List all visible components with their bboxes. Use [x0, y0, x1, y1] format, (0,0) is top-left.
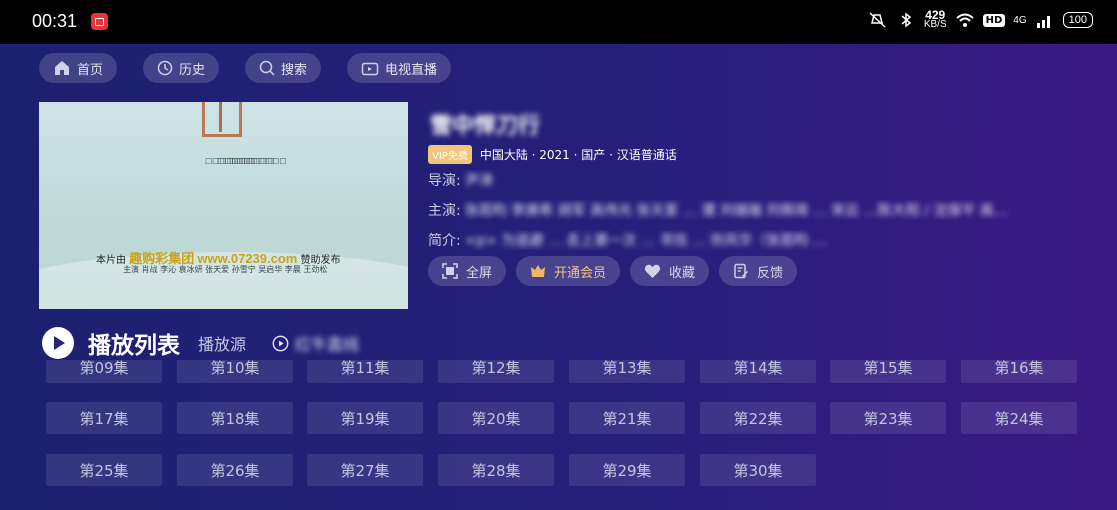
episode-button[interactable]: 第17集 — [46, 402, 162, 434]
director-label: 导演: — [428, 173, 461, 189]
net-speed: 429 KB/S — [923, 8, 947, 30]
status-bar: 00:31 429 KB/S HD 4G 100 — [0, 0, 1117, 44]
home-icon — [55, 61, 69, 75]
nav-home-label: 首页 — [77, 62, 104, 78]
fullscreen-icon — [442, 263, 458, 279]
episode-button[interactable]: 第18集 — [177, 402, 293, 434]
episode-button[interactable]: 第14集 — [700, 360, 816, 383]
playlist-title: 播放列表 — [88, 333, 180, 359]
battery-indicator: 100 — [1062, 12, 1093, 28]
episode-button[interactable]: 第21集 — [569, 402, 685, 434]
show-meta: VIP免费 中国大陆 · 2021 · 国产 · 汉语普通话 — [428, 145, 677, 164]
feedback-button[interactable]: 反馈 — [719, 256, 798, 286]
episode-button[interactable]: 第11集 — [307, 360, 423, 383]
crown-icon — [531, 265, 546, 277]
action-bar: 全屏 开通会员 收藏 反馈 — [428, 256, 798, 286]
intro-value: <p> 为逃避 … 走上第一次 … 寻找 … 你风华（张若昀 … — [464, 233, 827, 249]
cast-value: 张若昀 李庚希 胡军 高伟光 张天爱 … 濮 刘端端 刘佩琦 … 宋云 …陈大阳… — [464, 203, 1008, 219]
feedback-label: 反馈 — [757, 265, 784, 281]
cast-label: 主演: — [428, 203, 461, 219]
nav-history-button[interactable]: 历史 — [143, 53, 220, 83]
episode-button[interactable]: 第27集 — [307, 454, 423, 486]
fullscreen-button[interactable]: 全屏 — [428, 256, 507, 286]
favorite-button[interactable]: 收藏 — [630, 256, 710, 286]
source-line-label: 红牛直线 — [295, 335, 360, 354]
mute-icon — [869, 12, 886, 28]
tv-icon — [361, 62, 379, 76]
intro-row: 简介: <p> 为逃避 … 走上第一次 … 寻找 … 你风华（张若昀 … — [428, 230, 1088, 250]
playlist-header: 播放列表 播放源 红牛直线 — [42, 326, 359, 360]
episode-button[interactable]: 第25集 — [46, 454, 162, 486]
episode-button[interactable]: 第20集 — [438, 402, 554, 434]
episode-button[interactable]: 第30集 — [700, 454, 816, 486]
nav-home-button[interactable]: 首页 — [39, 53, 118, 83]
episode-button[interactable]: 第22集 — [700, 402, 816, 434]
episode-button[interactable]: 第13集 — [569, 360, 685, 383]
nav-search-button[interactable]: 搜索 — [245, 53, 322, 83]
episode-button[interactable]: 第29集 — [569, 454, 685, 486]
signal-icon — [1036, 16, 1050, 28]
show-title: 雪中悍刀行 — [430, 114, 541, 139]
poster-verse: ☐☐☐☐☐☐☐ — [205, 157, 256, 166]
episode-button[interactable]: 第19集 — [307, 402, 423, 434]
episode-button[interactable]: 第26集 — [177, 454, 293, 486]
intro-label: 简介: — [428, 233, 461, 249]
episode-grid: 第09集 第10集 第11集 第12集 第13集 第14集 第15集 第16集第17集 第18集… — [0, 360, 1117, 510]
wifi-icon — [955, 13, 974, 27]
clock-icon — [157, 60, 173, 76]
clock: 00:31 — [32, 11, 78, 31]
vip-label: 开通会员 — [554, 265, 607, 281]
director-value: 尹涛 — [464, 173, 493, 189]
nav-history-label: 历史 — [179, 62, 206, 78]
feedback-icon — [734, 263, 749, 279]
play-circle-icon — [42, 327, 74, 359]
director-row: 导演: 尹涛 — [428, 170, 1088, 190]
meta-text: 中国大陆 · 2021 · 国产 · 汉语普通话 — [479, 148, 677, 162]
nav-live-label: 电视直播 — [385, 62, 438, 78]
hd-voice-icon: HD — [982, 13, 1006, 27]
cast-row: 主演: 张若昀 李庚希 胡军 高伟光 张天爱 … 濮 刘端端 刘佩琦 … 宋云 …… — [428, 200, 1088, 220]
bluetooth-icon — [901, 12, 912, 28]
search-icon — [259, 60, 275, 76]
nav-search-label: 搜索 — [281, 62, 308, 78]
episode-button[interactable]: 第12集 — [438, 360, 554, 383]
favorite-label: 收藏 — [669, 265, 696, 281]
fullscreen-label: 全屏 — [466, 265, 493, 281]
episode-button[interactable]: 第23集 — [830, 402, 946, 434]
episode-button[interactable]: 第28集 — [438, 454, 554, 486]
poster-credits: 主演 肖战 李沁 袁冰妍 张天爱 孙雪宁 吴启华 李晨 王劲松 — [123, 265, 328, 274]
video-poster[interactable]: ☐☐☐☐☐☐☐☐ ☐☐☐☐☐☐☐☐ ☐☐☐☐☐☐☐ 本片由 趣购彩集团 www.… — [39, 102, 408, 309]
episode-button[interactable]: 第24集 — [961, 402, 1077, 434]
heart-icon — [644, 264, 661, 278]
vip-membership-button[interactable]: 开通会员 — [516, 256, 621, 286]
playlist-source-label: 播放源 — [198, 335, 247, 354]
episode-button[interactable]: 第10集 — [177, 360, 293, 383]
episode-button[interactable]: 第16集 — [961, 360, 1077, 383]
status-icons: 429 KB/S HD 4G 100 — [868, 8, 1093, 30]
screen-record-icon — [91, 13, 108, 30]
vip-badge: VIP免费 — [428, 145, 472, 164]
signal-type: 4G — [1013, 14, 1027, 26]
nav-live-tv-button[interactable]: 电视直播 — [347, 53, 452, 83]
episode-button[interactable]: 第15集 — [830, 360, 946, 383]
poster-frame — [202, 102, 242, 137]
episode-button[interactable]: 第09集 — [46, 360, 162, 383]
source-line-option[interactable]: 红牛直线 — [272, 331, 359, 355]
play-circle-outline-icon — [272, 335, 289, 351]
top-nav: 首页 历史 搜索 电视直播 — [39, 53, 452, 83]
